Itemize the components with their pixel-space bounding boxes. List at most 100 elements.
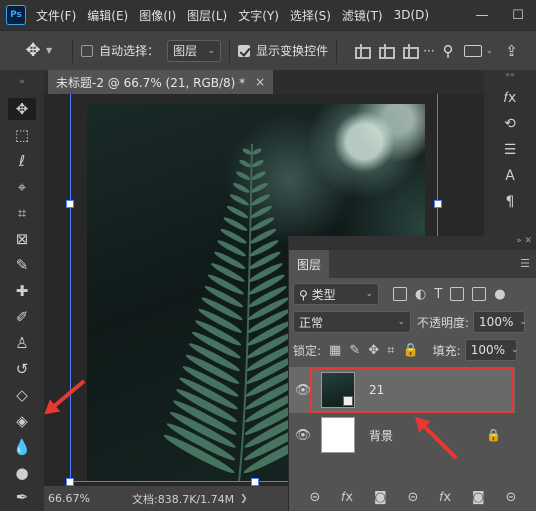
menu-select[interactable]: 选择(S)	[290, 7, 331, 24]
adjustments-icon[interactable]: ☰	[496, 138, 524, 162]
quick-select-tool-icon[interactable]: ⌖	[8, 176, 36, 198]
panel-menu-icon[interactable]: ☰	[520, 257, 530, 270]
share-icon[interactable]: ⇪	[505, 42, 518, 60]
dodge-tool-icon[interactable]: ●	[8, 462, 36, 484]
layer-style-icon[interactable]: 𝑓x	[439, 490, 451, 505]
close-icon[interactable]: ×	[255, 75, 265, 89]
auto-select-checkbox[interactable]	[81, 44, 94, 57]
panel-grip-icon[interactable]: »	[0, 70, 44, 94]
menu-type[interactable]: 文字(Y)	[238, 7, 279, 24]
link-layers-icon[interactable]: ⊝	[309, 490, 320, 505]
lock-label: 锁定:	[293, 343, 322, 358]
chevron-right-icon[interactable]: ❯	[240, 494, 248, 504]
blend-mode-value: 正常	[299, 315, 324, 330]
filter-type-icon[interactable]: T	[434, 287, 442, 302]
auto-select-target-select[interactable]: 图层 ⌄	[167, 39, 222, 62]
filter-pixel-icon[interactable]	[393, 287, 407, 301]
opacity-field[interactable]: 100% ⌄	[473, 311, 527, 333]
styles-icon[interactable]: 𝑓x	[496, 86, 524, 110]
menu-edit[interactable]: 编辑(E)	[87, 7, 128, 24]
maximize-button[interactable]: ☐	[500, 0, 536, 30]
align-center-icon[interactable]	[377, 43, 396, 59]
document-tabs: 未标题-2 @ 66.7% (21, RGB/8) * ×	[44, 70, 484, 94]
lock-position-icon[interactable]: ✥	[368, 343, 379, 358]
lock-artboard-icon[interactable]: ⌗	[387, 343, 394, 358]
panel-collapse-icon[interactable]: » ✕	[289, 236, 536, 250]
history-icon[interactable]: ⟲	[496, 112, 524, 136]
stamp-tool-icon[interactable]: ♙	[8, 332, 36, 354]
move-tool-icon[interactable]: ✥	[22, 40, 44, 61]
align-right-icon[interactable]	[401, 43, 420, 59]
minimize-button[interactable]: —	[464, 0, 500, 30]
layers-panel: » ✕ 图层 ☰ ⚲ 类型 ⌄ ◐ T ● 正常 ⌄ 不透明度: 100% ⌄ …	[288, 236, 536, 511]
link-layers-icon[interactable]: ⊝	[506, 490, 517, 505]
filter-toggle-icon[interactable]: ●	[494, 287, 505, 302]
fill-label: 填充:	[432, 343, 461, 358]
link-layers-icon[interactable]: ⊝	[408, 490, 419, 505]
chevron-down-icon: ⌄	[365, 289, 373, 299]
transform-handle[interactable]	[66, 200, 74, 208]
workspace-icon[interactable]	[463, 44, 482, 57]
photoshop-logo: Ps	[6, 5, 26, 25]
more-icon[interactable]: ···	[423, 44, 434, 58]
layer-name[interactable]: 背景	[369, 427, 393, 444]
zoom-level[interactable]: 66.67%	[48, 492, 108, 505]
add-mask-icon[interactable]: ◙	[472, 490, 485, 505]
pen-tool-icon[interactable]: ✒	[8, 486, 36, 508]
eye-icon[interactable]: 👁	[289, 428, 317, 443]
filter-smart-object-icon[interactable]	[472, 287, 487, 301]
panel-grip-icon[interactable]: ««	[484, 70, 536, 84]
transform-handle[interactable]	[251, 478, 259, 486]
eraser-tool-icon[interactable]: ◇	[8, 384, 36, 406]
healing-brush-tool-icon[interactable]: ✚	[8, 280, 36, 302]
marquee-tool-icon[interactable]: ⬚	[8, 124, 36, 146]
brush-tool-icon[interactable]: ✐	[8, 306, 36, 328]
eyedropper-tool-icon[interactable]: ✎	[8, 254, 36, 276]
layer-filter-value: 类型	[311, 287, 336, 302]
transform-handle[interactable]	[66, 478, 74, 486]
history-brush-tool-icon[interactable]: ↺	[8, 358, 36, 380]
chevron-down-icon: ⌄	[519, 317, 527, 327]
tab-layers[interactable]: 图层	[289, 250, 330, 278]
character-icon[interactable]: A	[496, 164, 524, 188]
menu-3d[interactable]: 3D(D)	[394, 8, 429, 22]
move-tool-icon[interactable]: ✥	[8, 98, 36, 120]
blur-tool-icon[interactable]: 💧	[8, 436, 36, 458]
transform-handle[interactable]	[434, 200, 442, 208]
tab-document[interactable]: 未标题-2 @ 66.7% (21, RGB/8) * ×	[48, 70, 274, 94]
lock-transparent-icon[interactable]: ▦	[329, 343, 341, 358]
filter-adjustment-icon[interactable]: ◐	[415, 287, 426, 302]
show-transform-label: 显示变换控件	[256, 44, 329, 58]
lock-pixels-icon[interactable]: ✎	[349, 343, 360, 358]
layer-thumbnail	[321, 417, 355, 453]
show-transform-checkbox[interactable]	[238, 44, 251, 57]
menu-layer[interactable]: 图层(L)	[187, 7, 227, 24]
menu-bar: Ps 文件(F) 编辑(E) 图像(I) 图层(L) 文字(Y) 选择(S) 滤…	[0, 0, 536, 30]
lasso-tool-icon[interactable]: ℓ	[8, 150, 36, 172]
frame-tool-icon[interactable]: ⊠	[8, 228, 36, 250]
auto-select-target-value: 图层	[173, 44, 198, 58]
filter-shape-icon[interactable]	[450, 287, 465, 301]
add-mask-icon[interactable]: ◙	[374, 490, 387, 505]
chevron-down-icon: ⌄	[511, 345, 519, 355]
paint-bucket-tool-icon[interactable]: ◈	[8, 410, 36, 432]
menu-image[interactable]: 图像(I)	[139, 7, 176, 24]
paragraph-icon[interactable]: ¶	[496, 190, 524, 214]
layer-filter-select[interactable]: ⚲ 类型 ⌄	[293, 283, 379, 305]
blend-mode-select[interactable]: 正常 ⌄	[293, 311, 411, 333]
menu-filter[interactable]: 滤镜(T)	[342, 7, 383, 24]
lock-all-icon[interactable]: 🔒	[402, 343, 418, 358]
layer-style-icon[interactable]: 𝑓x	[341, 490, 353, 505]
align-left-icon[interactable]	[353, 43, 372, 59]
chevron-down-icon[interactable]: ▼	[46, 46, 52, 55]
menu-file[interactable]: 文件(F)	[36, 7, 76, 24]
divider	[229, 38, 231, 63]
crop-tool-icon[interactable]: ⌗	[8, 202, 36, 224]
fill-field[interactable]: 100% ⌄	[464, 339, 519, 361]
layer-row[interactable]: 👁 背景 🔒	[289, 412, 515, 458]
lock-icon[interactable]: 🔒	[486, 428, 501, 442]
options-bar: ✥ ▼ 自动选择： 图层 ⌄ 显示变换控件 ··· ⚲ ⌄ ⇪	[0, 30, 536, 70]
chevron-down-icon[interactable]: ⌄	[486, 46, 494, 56]
opacity-value: 100%	[479, 315, 514, 329]
search-icon[interactable]: ⚲	[443, 42, 454, 60]
